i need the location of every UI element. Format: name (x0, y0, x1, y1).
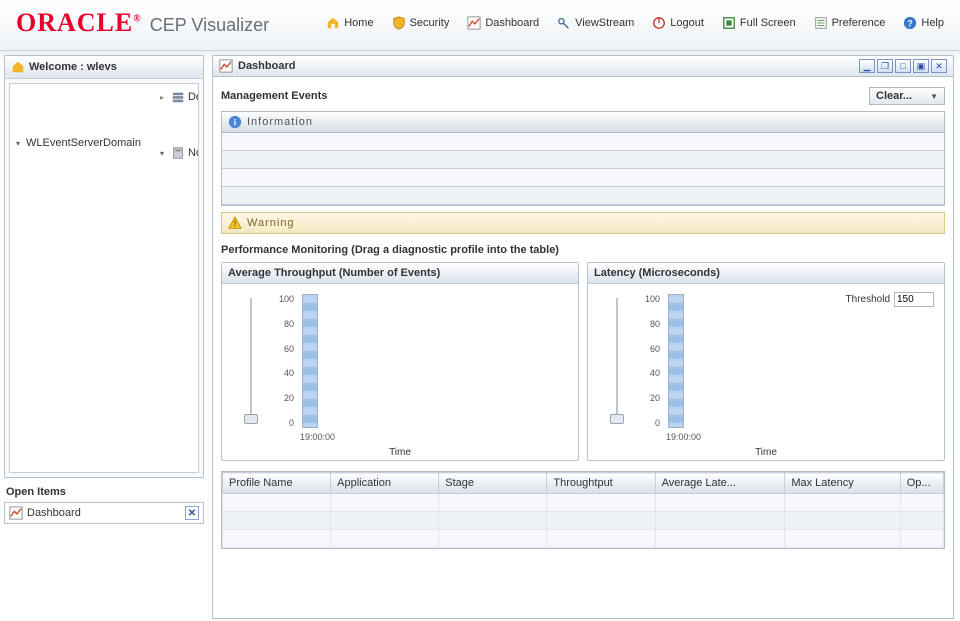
table-row[interactable] (223, 512, 944, 530)
open-items-title: Open Items (4, 482, 204, 502)
restore-button[interactable]: ❐ (877, 59, 893, 73)
col-throughput[interactable]: Throughtput (547, 473, 655, 494)
preference-icon (814, 16, 828, 30)
table-row[interactable] (223, 530, 944, 548)
slider-thumb[interactable] (610, 414, 624, 424)
nav-preference[interactable]: Preference (814, 16, 886, 30)
app-header: ORACLE® CEP Visualizer Home Security Das… (0, 0, 960, 51)
warning-label: Warning (247, 217, 295, 229)
domain-tree[interactable]: WLEventServerDomain Deployment NonCluste… (9, 83, 199, 473)
open-items: Open Items Dashboard ✕ (4, 482, 204, 524)
threshold-control: Threshold (846, 292, 934, 307)
info-label: Information (247, 116, 313, 128)
maximize-button[interactable]: □ (895, 59, 911, 73)
event-row (222, 169, 944, 187)
throughput-chart: Average Throughput (Number of Events) Av… (221, 262, 579, 461)
nav-logout[interactable]: Logout (652, 16, 704, 30)
main-content: Dashboard ▁ ❐ □ ▣ ✕ Management Events Cl… (208, 51, 960, 621)
col-profile[interactable]: Profile Name (223, 473, 331, 494)
perf-title: Performance Monitoring (Drag a diagnosti… (221, 242, 945, 262)
col-stage[interactable]: Stage (439, 473, 547, 494)
chart-title: Latency (Microseconds) (588, 263, 944, 284)
warning-icon: ! (228, 216, 242, 230)
nav-home[interactable]: Home (326, 16, 373, 30)
open-item-dashboard[interactable]: Dashboard ✕ (4, 502, 204, 524)
deployment-icon (171, 90, 185, 104)
col-op[interactable]: Op... (900, 473, 943, 494)
nav-security[interactable]: Security (392, 16, 450, 30)
x-tick: 19:00:00 (666, 432, 701, 442)
top-nav: Home Security Dashboard ViewStream Logou… (326, 16, 944, 30)
close-icon[interactable]: ✕ (185, 506, 199, 520)
latency-chart: Latency (Microseconds) Threshold Latency… (587, 262, 945, 461)
profile-table[interactable]: Profile Name Application Stage Throughtp… (221, 471, 945, 549)
home-icon (326, 16, 340, 30)
svg-text:!: ! (234, 220, 237, 229)
tree-domain[interactable]: WLEventServerDomain Deployment NonCluste… (14, 84, 198, 202)
tree-server[interactable]: NonClusteredServer Applications (158, 107, 199, 199)
dashboard-header: Dashboard ▁ ❐ □ ▣ ✕ (212, 55, 954, 77)
chart-icon (467, 16, 481, 30)
x-axis-label: Time (588, 447, 944, 458)
tree-deployment[interactable]: Deployment (158, 87, 199, 107)
nav-fullscreen[interactable]: Full Screen (722, 16, 796, 30)
close-button[interactable]: ✕ (931, 59, 947, 73)
event-row (222, 133, 944, 151)
col-application[interactable]: Application (331, 473, 439, 494)
svg-text:?: ? (908, 19, 913, 29)
welcome-panel: Welcome : wlevs WLEventServerDomain Depl… (4, 55, 204, 478)
help-icon: ? (903, 16, 917, 30)
mgmt-events-title: Management Events (221, 90, 327, 102)
nav-help[interactable]: ? Help (903, 16, 944, 30)
nav-dashboard[interactable]: Dashboard (467, 16, 539, 30)
app-subtitle: CEP Visualizer (150, 15, 269, 36)
viewstream-icon (557, 16, 571, 30)
welcome-title: Welcome : wlevs (5, 56, 203, 79)
x-axis-label: Time (222, 447, 578, 458)
chart-slider[interactable] (616, 298, 618, 424)
minimize-button[interactable]: ▁ (859, 59, 875, 73)
events-info-box: i Information (221, 111, 945, 206)
home-icon (11, 60, 25, 74)
chart-icon (9, 506, 23, 520)
popout-button[interactable]: ▣ (913, 59, 929, 73)
threshold-label: Threshold (846, 294, 890, 305)
open-item-label: Dashboard (27, 507, 81, 519)
server-icon (171, 146, 185, 160)
svg-text:i: i (234, 118, 236, 128)
brand-text: ORACLE® (16, 8, 142, 38)
chart-icon (219, 59, 233, 73)
info-icon: i (228, 115, 242, 129)
event-row (222, 151, 944, 169)
slider-thumb[interactable] (244, 414, 258, 424)
warning-bar: ! Warning (221, 212, 945, 234)
chart-slider[interactable] (250, 298, 252, 424)
col-avg-latency[interactable]: Average Late... (655, 473, 785, 494)
nav-viewstream[interactable]: ViewStream (557, 16, 634, 30)
app-logo: ORACLE® CEP Visualizer (16, 8, 269, 38)
fullscreen-icon (722, 16, 736, 30)
dashboard-title: Dashboard (238, 60, 295, 72)
chart-title: Average Throughput (Number of Events) (222, 263, 578, 284)
table-row[interactable] (223, 494, 944, 512)
x-tick: 19:00:00 (300, 432, 335, 442)
sidebar: Welcome : wlevs WLEventServerDomain Depl… (0, 51, 208, 621)
power-icon (652, 16, 666, 30)
chart-gauge (668, 294, 684, 428)
event-row (222, 187, 944, 205)
threshold-input[interactable] (894, 292, 934, 307)
chart-gauge (302, 294, 318, 428)
shield-icon (392, 16, 406, 30)
col-max-latency[interactable]: Max Latency (785, 473, 900, 494)
clear-button[interactable]: Clear...▼ (869, 87, 945, 105)
